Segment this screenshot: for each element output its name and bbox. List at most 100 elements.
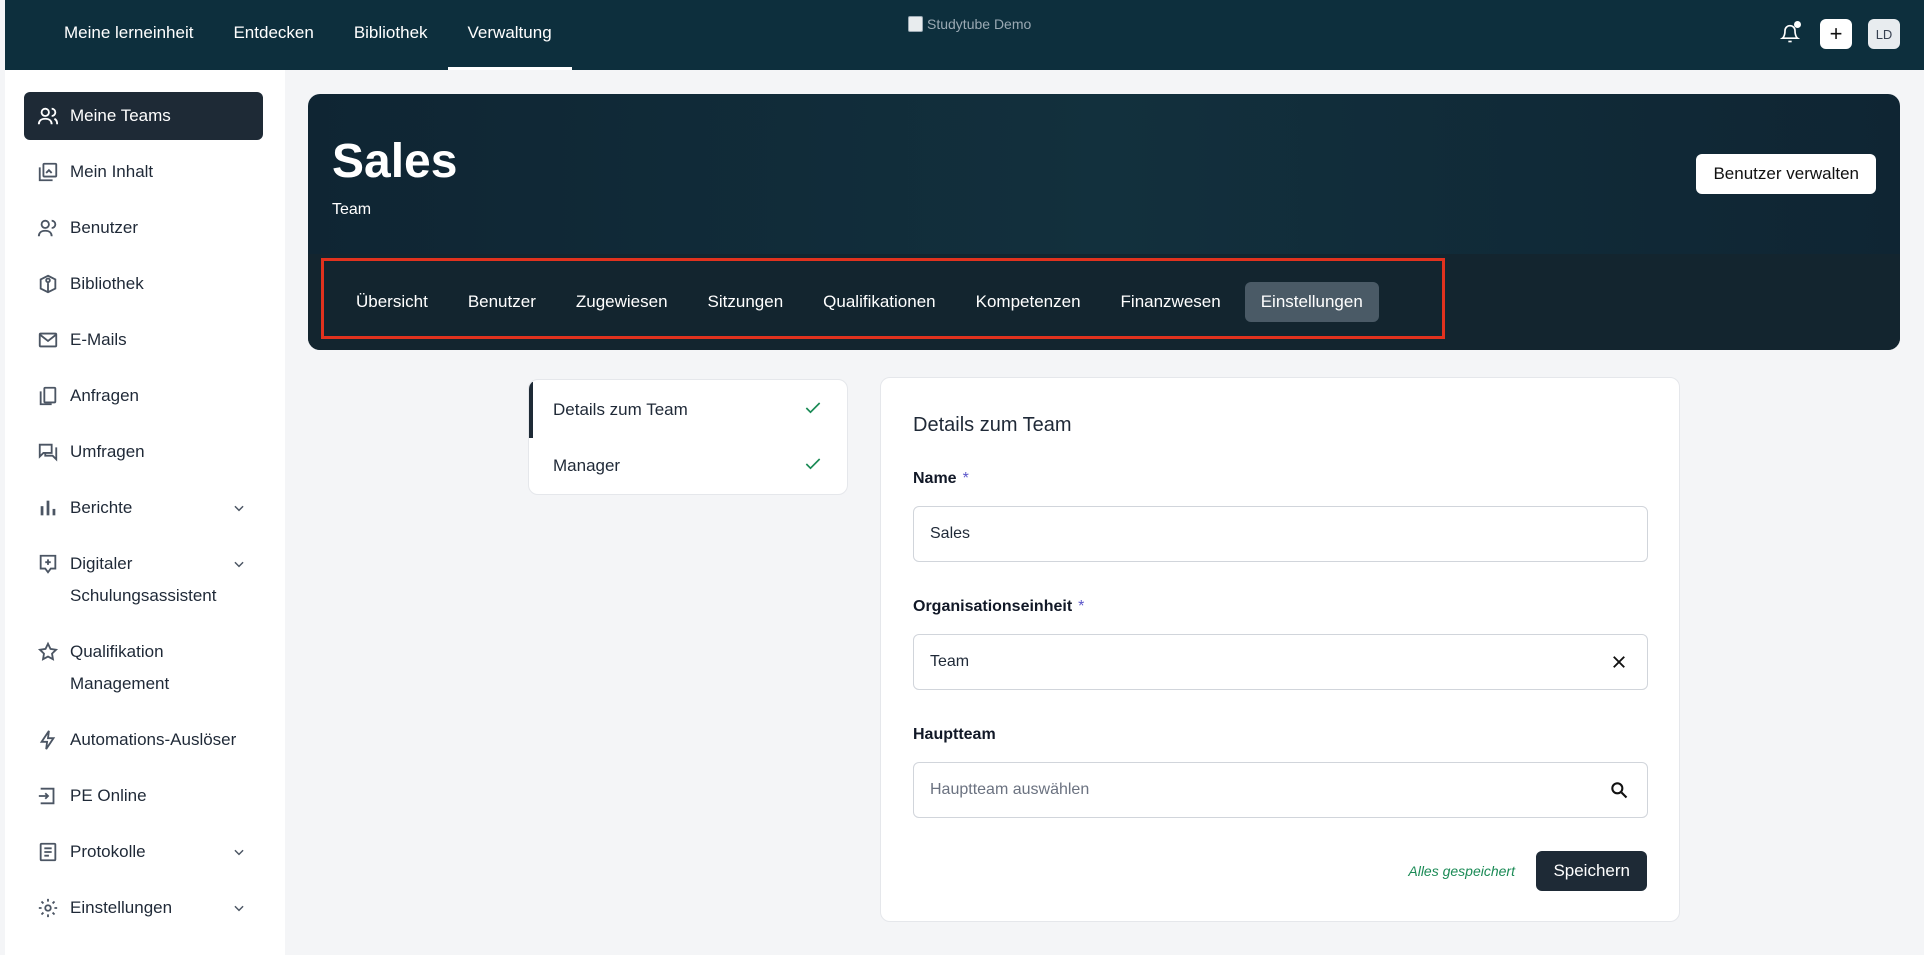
sidebar-item-mein-inhalt[interactable]: Mein Inhalt	[24, 160, 263, 184]
team-details-form: Details zum Team Name * Sales Organisatio…	[880, 377, 1680, 922]
save-button[interactable]: Speichern	[1536, 851, 1647, 891]
org-unit-value: Team	[930, 653, 970, 670]
chevron-down-icon[interactable]	[227, 840, 251, 864]
close-icon[interactable]	[1607, 650, 1631, 674]
sidebar-item-label: Mein Inhalt	[70, 162, 154, 181]
parent-team-search[interactable]: Hauptteam auswählen	[913, 762, 1648, 818]
notification-bell-icon[interactable]	[1776, 20, 1804, 48]
org-unit-label: Organisationseinheit *	[913, 598, 1084, 616]
sidebar-item-label: Protokolle	[70, 842, 146, 861]
parent-team-label: Hauptteam	[913, 726, 996, 743]
sidebar-item-e-mails[interactable]: E-Mails	[24, 328, 263, 352]
sidebar-item-label: Qualifikation Management	[70, 640, 263, 704]
copy-icon	[36, 384, 60, 408]
tab-zugewiesen[interactable]: Zugewiesen	[560, 282, 684, 322]
chart-icon	[36, 496, 60, 520]
chevron-down-icon[interactable]	[227, 552, 251, 576]
sidebar-item-label: Digitaler Schulungsassistent	[70, 552, 227, 616]
sidebar-item-label: Umfragen	[70, 442, 145, 461]
sidebar-item-label: Automations-Auslöser	[70, 730, 237, 749]
nav-bibliothek[interactable]: Bibliothek	[334, 0, 448, 70]
sidebar-item-meine-teams[interactable]: Meine Teams	[24, 92, 263, 140]
chevron-down-icon[interactable]	[227, 496, 251, 520]
top-nav: Meine lerneinheit Entdecken Bibliothek V…	[44, 0, 572, 70]
sidebar-item-label: Benutzer	[70, 218, 139, 237]
notification-dot	[1794, 21, 1801, 28]
star-icon	[36, 640, 60, 664]
chevron-down-icon[interactable]	[227, 896, 251, 920]
sidebar-item-label-line1: Digitaler	[70, 554, 133, 573]
manage-users-button[interactable]: Benutzer verwalten	[1696, 154, 1876, 194]
logo-alt-text: Studytube Demo	[927, 16, 1032, 32]
required-mark: *	[962, 470, 969, 487]
nav-verwaltung[interactable]: Verwaltung	[447, 0, 572, 70]
log-icon	[36, 840, 60, 864]
tab-sitzungen[interactable]: Sitzungen	[692, 282, 800, 322]
form-title: Details zum Team	[913, 414, 1072, 436]
sidebar-item-label-line1: Qualifikation	[70, 642, 164, 661]
settings-steps: Details zum Team Manager	[528, 379, 848, 495]
mail-icon	[36, 328, 60, 352]
users-icon	[36, 104, 60, 128]
add-button[interactable]: +	[1820, 19, 1852, 49]
sidebar-item-berichte[interactable]: Berichte	[24, 496, 263, 520]
login-icon	[36, 784, 60, 808]
sidebar-item-protokolle[interactable]: Protokolle	[24, 840, 263, 864]
avatar[interactable]: LD	[1868, 19, 1900, 49]
top-navigation-bar: Meine lerneinheit Entdecken Bibliothek V…	[5, 0, 1924, 70]
assistant-icon	[36, 552, 60, 576]
page-subtitle: Team	[332, 201, 372, 218]
name-input[interactable]: Sales	[913, 506, 1648, 562]
sidebar-item-pe-online[interactable]: PE Online	[24, 784, 263, 808]
nav-entdecken[interactable]: Entdecken	[213, 0, 333, 70]
sidebar-item-label: Einstellungen	[70, 898, 173, 917]
tab-einstellungen[interactable]: Einstellungen	[1244, 282, 1379, 322]
sidebar-item-label: E-Mails	[70, 330, 127, 349]
required-mark: *	[1078, 598, 1085, 615]
library-icon	[36, 272, 60, 296]
nav-meine-lerneinheit[interactable]: Meine lerneinheit	[44, 0, 213, 70]
name-value: Sales	[930, 525, 971, 542]
tab-kompetenzen[interactable]: Kompetenzen	[960, 282, 1097, 322]
sidebar-item-label: Berichte	[70, 498, 133, 517]
survey-icon	[36, 440, 60, 464]
sidebar-item-label: Bibliothek	[70, 274, 144, 293]
sidebar-item-bibliothek[interactable]: Bibliothek	[24, 272, 263, 296]
sidebar-item-label: PE Online	[70, 786, 147, 805]
broken-image-icon	[908, 16, 923, 32]
sidebar-item-label: Anfragen	[70, 386, 139, 405]
check-icon	[803, 454, 823, 479]
top-actions: + LD	[1776, 19, 1900, 49]
check-icon	[803, 398, 823, 423]
tab-uebersicht[interactable]: Übersicht	[340, 282, 444, 322]
team-header: Sales Team Benutzer verwalten Übersicht …	[308, 94, 1900, 350]
gear-icon	[36, 896, 60, 920]
step-label: Details zum Team	[553, 400, 688, 419]
step-manager[interactable]: Manager	[529, 438, 847, 494]
save-status: Alles gespeichert	[1408, 863, 1515, 879]
sidebar: Meine Teams Mein Inhalt Benutzer Bibliot…	[0, 70, 285, 955]
tab-benutzer[interactable]: Benutzer	[452, 282, 552, 322]
logo[interactable]: Studytube Demo	[908, 16, 1031, 32]
search-icon[interactable]	[1607, 778, 1631, 802]
tab-qualifikationen[interactable]: Qualifikationen	[807, 282, 951, 322]
content-icon	[36, 160, 60, 184]
parent-team-placeholder: Hauptteam auswählen	[930, 781, 1090, 798]
page-title: Sales	[332, 135, 458, 188]
bolt-icon	[36, 728, 60, 752]
sidebar-item-qualifikation-management[interactable]: Qualifikation Management	[24, 640, 263, 704]
step-details-zum-team[interactable]: Details zum Team	[529, 382, 847, 438]
tabs: Übersicht Benutzer Zugewiesen Sitzungen …	[340, 282, 1379, 322]
sidebar-item-benutzer[interactable]: Benutzer	[24, 216, 263, 240]
org-unit-select[interactable]: Team	[913, 634, 1648, 690]
sidebar-item-anfragen[interactable]: Anfragen	[24, 384, 263, 408]
sidebar-item-automations-ausloeser[interactable]: Automations-Auslöser	[24, 728, 263, 752]
sidebar-item-einstellungen[interactable]: Einstellungen	[24, 896, 263, 920]
org-unit-label-text: Organisationseinheit	[913, 598, 1073, 615]
sidebar-item-umfragen[interactable]: Umfragen	[24, 440, 263, 464]
tab-finanzwesen[interactable]: Finanzwesen	[1105, 282, 1237, 322]
sidebar-item-label-line2: Schulungsassistent	[70, 586, 217, 605]
sidebar-item-label: Meine Teams	[70, 106, 171, 125]
step-label: Manager	[553, 456, 621, 475]
sidebar-item-digitaler-schulungsassistent[interactable]: Digitaler Schulungsassistent	[24, 552, 263, 616]
